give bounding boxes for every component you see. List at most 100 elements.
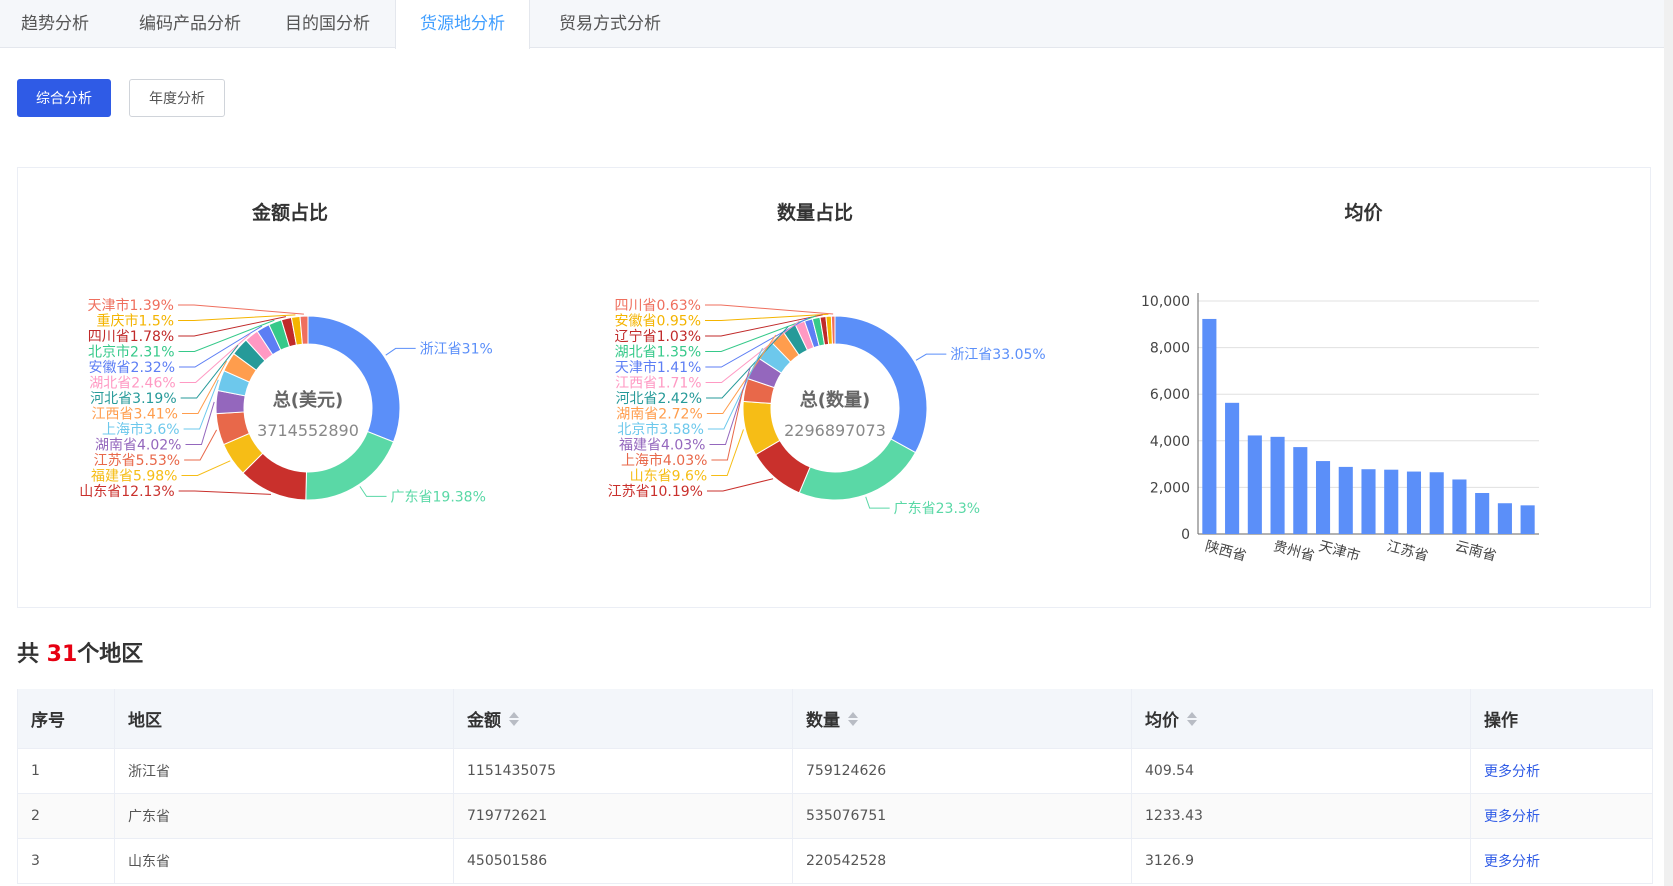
- cell-avg: 3126.9: [1132, 839, 1471, 883]
- label-line: [711, 429, 744, 476]
- bar: [1270, 436, 1285, 534]
- slice-label: 四川省0.63%: [615, 298, 701, 314]
- slice-label: 湖南省2.72%: [616, 407, 702, 423]
- slice-label: 江西省3.41%: [92, 407, 178, 423]
- sort-icon[interactable]: [848, 711, 858, 727]
- bar: [1225, 402, 1240, 534]
- header-amount[interactable]: 金额: [454, 689, 793, 748]
- header-action: 操作: [1471, 689, 1650, 748]
- cell-region: 广东省: [115, 794, 454, 838]
- slice-label: 湖北省1.35%: [615, 345, 701, 361]
- slice-label: 浙江省31%: [420, 341, 493, 357]
- header-index: 序号: [18, 689, 115, 748]
- region-count: 共 31个地区: [17, 636, 144, 667]
- slice-label: 北京市2.31%: [88, 344, 174, 361]
- label-line: [359, 486, 387, 497]
- bar: [1338, 466, 1353, 534]
- header-region: 地区: [115, 689, 454, 748]
- header-quantity[interactable]: 数量: [793, 689, 1132, 748]
- yearly-analysis-button[interactable]: 年度分析: [129, 79, 225, 117]
- sort-icon[interactable]: [509, 711, 519, 727]
- pie-slice: [830, 315, 836, 345]
- cell-action: 更多分析: [1471, 839, 1650, 883]
- table-row: 3 山东省 450501586 220542528 3126.9 更多分析: [18, 839, 1652, 884]
- label-line: [178, 490, 271, 495]
- label-line: [178, 314, 296, 321]
- pie-slice: [305, 430, 395, 501]
- more-analysis-link[interactable]: 更多分析: [1484, 761, 1540, 781]
- bar: [1202, 318, 1217, 534]
- count-suffix: 个地区: [77, 642, 144, 667]
- slice-label: 江苏省5.53%: [94, 453, 180, 469]
- y-tick-label: 6,000: [1150, 387, 1190, 403]
- tab-trade-mode[interactable]: 贸易方式分析: [545, 0, 675, 48]
- slice-label: 四川省1.78%: [88, 329, 174, 345]
- slice-label: 天津市1.39%: [88, 297, 174, 314]
- donut-center-label: 总(数量): [800, 389, 870, 411]
- tab-product-code[interactable]: 编码产品分析: [125, 0, 255, 48]
- y-tick-label: 0: [1181, 527, 1190, 543]
- header-quantity-label: 数量: [806, 711, 840, 731]
- table-row: 1 浙江省 1151435075 759124626 409.54 更多分析: [18, 749, 1652, 794]
- cell-region: 浙江省: [115, 749, 454, 793]
- label-line: [185, 401, 215, 445]
- header-avg[interactable]: 均价: [1132, 689, 1471, 748]
- cell-amount: 719772621: [454, 794, 793, 838]
- x-tick-label: 贵州省: [1271, 538, 1316, 564]
- slice-label: 天津市1.41%: [615, 359, 701, 376]
- cell-index: 3: [18, 839, 115, 883]
- y-tick-label: 8,000: [1150, 341, 1190, 357]
- donut-center-value: 3714552890: [257, 421, 359, 440]
- header-action-label: 操作: [1484, 711, 1518, 731]
- slice-label: 江苏省10.19%: [608, 484, 703, 500]
- tab-destination[interactable]: 目的国分析: [270, 0, 385, 48]
- cell-index: 2: [18, 794, 115, 838]
- more-analysis-link[interactable]: 更多分析: [1484, 851, 1540, 871]
- donut-center-label: 总(美元): [273, 389, 343, 411]
- x-tick-label: 天津市: [1317, 537, 1362, 564]
- cell-quantity: 759124626: [793, 749, 1132, 793]
- pie-slice: [798, 438, 917, 501]
- cell-amount: 450501586: [454, 839, 793, 883]
- y-tick-label: 10,000: [1141, 294, 1190, 310]
- sort-icon[interactable]: [1187, 711, 1197, 727]
- header-region-label: 地区: [128, 711, 162, 731]
- cell-quantity: 220542528: [793, 839, 1132, 883]
- bar: [1247, 435, 1262, 534]
- label-line: [181, 460, 231, 476]
- table-header-row: 序号 地区 金额 数量 均价 操作: [18, 689, 1652, 749]
- slice-label: 河北省3.19%: [90, 391, 176, 407]
- summary-analysis-button[interactable]: 综合分析: [17, 79, 111, 117]
- cell-action: 更多分析: [1471, 749, 1650, 793]
- slice-label: 上海市3.6%: [102, 421, 180, 438]
- tab-source-region[interactable]: 货源地分析: [395, 0, 530, 49]
- count-number: 31: [46, 642, 78, 667]
- y-tick-label: 4,000: [1150, 434, 1190, 450]
- slice-label: 江西省1.71%: [615, 376, 701, 392]
- slice-label: 湖北省2.46%: [89, 376, 175, 392]
- cell-action: 更多分析: [1471, 794, 1650, 838]
- bar: [1384, 469, 1399, 534]
- x-tick-label: 云南省: [1453, 538, 1498, 564]
- bar: [1293, 447, 1308, 534]
- bar: [1315, 461, 1331, 534]
- header-avg-label: 均价: [1145, 711, 1179, 731]
- slice-label: 安徽省2.32%: [89, 360, 175, 376]
- chart-title: 均价: [1344, 201, 1383, 224]
- cell-avg: 409.54: [1132, 749, 1471, 793]
- more-analysis-link[interactable]: 更多分析: [1484, 806, 1540, 826]
- count-prefix: 共: [17, 642, 47, 667]
- header-index-label: 序号: [31, 711, 65, 731]
- slice-label: 广东省19.38%: [391, 489, 486, 505]
- tab-trend[interactable]: 趋势分析: [0, 0, 110, 48]
- slice-label: 河北省2.42%: [616, 391, 702, 407]
- slice-label: 浙江省33.05%: [950, 347, 1045, 363]
- slice-label: 辽宁省1.03%: [615, 328, 701, 345]
- cell-quantity: 535076751: [793, 794, 1132, 838]
- slice-label: 北京市3.58%: [617, 421, 703, 438]
- cell-index: 1: [18, 749, 115, 793]
- charts-svg: 金额占比浙江省31% 广东省19.38% 天津市1.39%重庆市1.5%四川省1.7…: [79, 201, 1539, 565]
- scrollbar-track[interactable]: [1664, 0, 1673, 886]
- slice-label: 安徽省0.95%: [615, 314, 701, 330]
- header-amount-label: 金额: [467, 711, 501, 731]
